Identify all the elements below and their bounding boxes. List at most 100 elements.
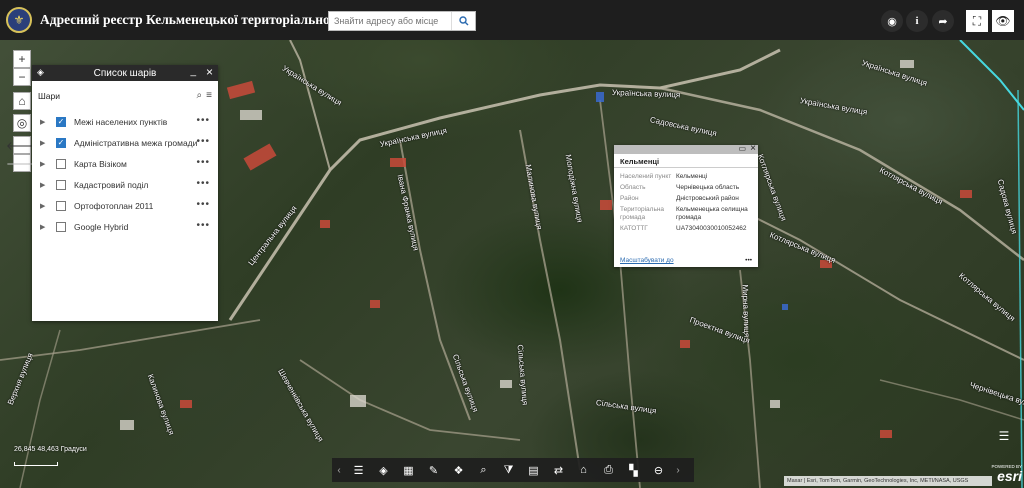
edit-form-icon: ▤ [528, 464, 539, 477]
layer-list-button[interactable]: ◈ [371, 458, 396, 482]
layer-visibility-checkbox[interactable] [56, 200, 66, 211]
zoom-to-link[interactable]: Масштабувати до [620, 257, 674, 264]
more-icon[interactable]: ••• [745, 257, 752, 264]
fullscreen-button[interactable]: ⛶ [966, 10, 988, 32]
my-location-button[interactable]: ◎ [13, 114, 31, 132]
attribute-key: Область [620, 184, 646, 191]
layer-row[interactable]: ▶ ✓ Межі населених пунктів ••• [32, 111, 218, 132]
search-icon [458, 16, 468, 26]
search-input[interactable] [329, 12, 451, 30]
chevron-right-icon: › [676, 464, 680, 476]
close-icon[interactable]: × [750, 143, 756, 154]
previous-extent-button[interactable]: 🡐 [6, 136, 38, 154]
layer-options-icon[interactable]: ••• [196, 220, 210, 231]
toolbar-next-button[interactable]: › [671, 458, 685, 482]
table-icon: ☰ [998, 429, 1010, 443]
minus-icon: − [18, 70, 26, 84]
layer-row[interactable]: ▶ ✓ Адміністративна межа громади ••• [32, 132, 218, 153]
expand-caret-icon[interactable]: ▶ [40, 118, 52, 126]
visibility-toggle-button[interactable]: ◉ [881, 10, 903, 32]
attribute-key: Район [620, 195, 639, 202]
swipe-icon: ⇄ [553, 464, 564, 477]
query-button[interactable]: ⌕ [471, 458, 496, 482]
expand-caret-icon[interactable]: ▶ [40, 223, 52, 231]
home-icon: ⌂ [580, 464, 587, 476]
locate-icon: ◎ [16, 116, 28, 130]
layer-row[interactable]: ▶ Кадастровий поділ ••• [32, 174, 218, 195]
expand-caret-icon[interactable]: ▶ [40, 139, 52, 147]
about-button[interactable]: i [906, 10, 928, 32]
layer-visibility-checkbox[interactable] [56, 221, 66, 232]
layer-list-panel: ◈ Список шарів _ × Шари ⌕ ≡ ▶ ✓ Межі насел… [32, 65, 218, 321]
edit-button[interactable]: ▤ [521, 458, 546, 482]
layer-options-icon[interactable]: ••• [196, 199, 210, 210]
maximize-icon[interactable]: ▭ [738, 144, 746, 153]
eye-icon: 👁 [995, 14, 1011, 28]
layer-options-icon[interactable]: ••• [196, 136, 210, 147]
search-button[interactable] [451, 12, 475, 30]
print-button[interactable]: ⎙ [596, 458, 621, 482]
more-tools-button[interactable]: ⊖ [646, 458, 671, 482]
layer-label: Карта Візіком [74, 158, 127, 169]
layer-label: Google Hybrid [74, 221, 129, 232]
expand-caret-icon[interactable]: ▶ [40, 181, 52, 189]
basemap-gallery-button[interactable]: ▦ [396, 458, 421, 482]
layer-options-icon[interactable]: ••• [196, 178, 210, 189]
layer-list-header: Шари ⌕ ≡ [32, 81, 218, 111]
close-button[interactable]: × [206, 65, 213, 79]
layer-options-icon[interactable]: ••• [196, 115, 210, 126]
search-icon[interactable]: ⌕ [197, 90, 203, 101]
home-tool-button[interactable]: ⌂ [571, 458, 596, 482]
layers-section-label: Шари [38, 91, 60, 101]
layer-visibility-checkbox[interactable] [56, 179, 66, 190]
layer-visibility-checkbox[interactable]: ✓ [56, 116, 66, 127]
zoom-out-button[interactable]: − [13, 68, 31, 86]
fullscreen-icon: ⛶ [972, 13, 982, 28]
home-button[interactable]: ⌂ [13, 92, 31, 110]
layer-list-titlebar: ◈ Список шарів _ × [32, 65, 218, 81]
bookmark-button[interactable]: ▚ [621, 458, 646, 482]
filter-menu-icon[interactable]: ≡ [206, 90, 212, 101]
layer-visibility-checkbox[interactable] [56, 158, 66, 169]
attribute-value: Дністровський район [676, 195, 739, 202]
expand-caret-icon[interactable]: ▶ [40, 202, 52, 210]
layer-row[interactable]: ▶ Карта Візіком ••• [32, 153, 218, 174]
layer-row[interactable]: ▶ Ортофотоплан 2011 ••• [32, 195, 218, 216]
expand-caret-icon[interactable]: ▶ [40, 160, 52, 168]
zoom-in-button[interactable]: + [13, 50, 31, 68]
attribute-key: Населений пункт [620, 173, 672, 180]
legend-button[interactable]: ☰ [346, 458, 371, 482]
palette-icon: ❖ [453, 464, 464, 477]
pencil-icon: ✎ [428, 464, 439, 477]
overview-button[interactable]: 👁 [992, 10, 1014, 32]
layers-icon: ◈ [379, 464, 388, 477]
popup-attribute-row: КАТОТТГ UA73040030010052462 [614, 223, 758, 234]
printer-icon: ⎙ [604, 463, 613, 476]
eye-icon: ◉ [887, 15, 897, 28]
search-icon: ⌕ [480, 463, 487, 476]
style-button[interactable]: ❖ [446, 458, 471, 482]
layer-visibility-checkbox[interactable]: ✓ [56, 137, 66, 148]
filter-button[interactable]: ⧩ [496, 458, 521, 482]
dots-icon: ⊖ [653, 464, 664, 477]
coordinate-readout: 26,845 48,463 Градуси [14, 446, 87, 453]
bookmark-icon: ▚ [629, 464, 638, 477]
layer-options-icon[interactable]: ••• [196, 157, 210, 168]
table-toggle-button[interactable]: ☰ [996, 428, 1012, 444]
minimize-button[interactable]: _ [190, 66, 196, 77]
feature-popup: ▭ × Кельменці Населений пункт Кельменці Об… [614, 143, 758, 267]
swipe-button[interactable]: ⇄ [546, 458, 571, 482]
next-extent-button[interactable]: 🡒 [6, 154, 38, 172]
filter-icon: ⧩ [503, 463, 514, 476]
coat-of-arms-logo: ⚜ [6, 7, 32, 33]
grid-icon: ▦ [403, 464, 414, 477]
share-button[interactable]: ➦ [932, 10, 954, 32]
toolbar-prev-button[interactable]: ‹ [332, 458, 346, 482]
draw-button[interactable]: ✎ [421, 458, 446, 482]
layer-row[interactable]: ▶ Google Hybrid ••• [32, 216, 218, 237]
attribute-value: Кельменецька селищна громада [676, 206, 748, 221]
attribute-value: Кельменці [676, 173, 708, 180]
chevron-left-icon: ‹ [337, 464, 341, 476]
layer-label: Кадастровий поділ [74, 179, 149, 190]
esri-logo: POWERED BY esri [991, 464, 1022, 484]
